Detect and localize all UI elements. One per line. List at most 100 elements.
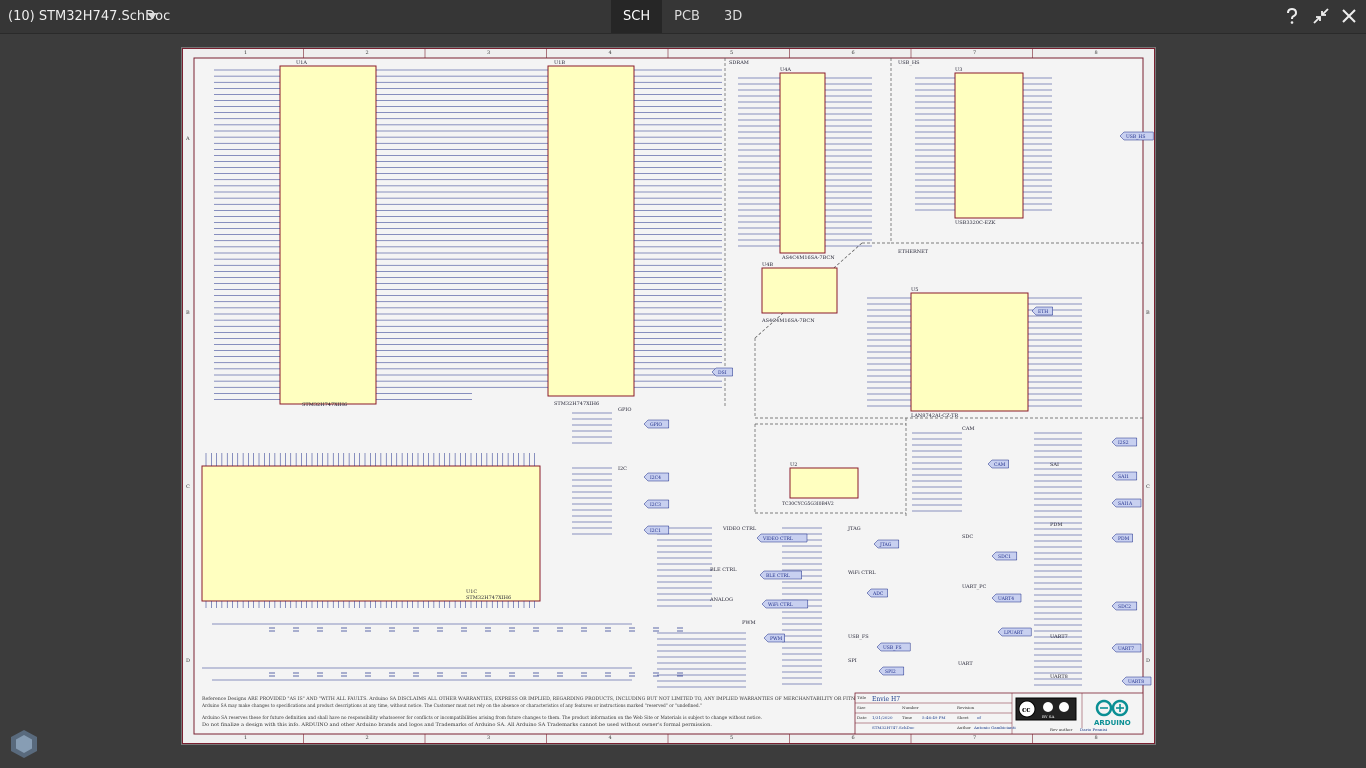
net-label-text: UART7	[1118, 646, 1134, 652]
tab-pcb[interactable]: PCB	[662, 0, 712, 33]
section-cam: CAM	[962, 426, 975, 432]
net-label-text: SDC2	[1118, 604, 1131, 610]
net-label-text: PWM	[770, 636, 783, 642]
grid-row-label: D	[1146, 658, 1150, 664]
schematic-sheet[interactable]: 1122334455667788AABBCCDD	[181, 47, 1156, 745]
net-label-text: UART8	[1128, 679, 1144, 685]
net-label-text: CAM	[994, 462, 1006, 468]
net-label-text: SAI1A	[1118, 501, 1133, 507]
grid-col-label: 6	[852, 50, 855, 56]
grid-col-label: 3	[487, 735, 490, 741]
tb-sheet-label: Sheet	[957, 715, 969, 720]
tb-revauthor-label: Rev author	[1050, 727, 1072, 732]
net-label-text: I2C1	[650, 528, 661, 534]
net-label-text: VIDEO CTRL	[762, 536, 793, 542]
section-video-ctrl: VIDEO CTRL	[722, 526, 757, 532]
u3-ref: U3	[955, 67, 962, 73]
u1b-ref: U1B	[554, 60, 565, 66]
grid-col-label: 5	[730, 735, 733, 741]
net-label-text: DSI	[718, 370, 727, 376]
disclaimer-line-1: Reference Designs ARE PROVIDED "AS IS" A…	[202, 696, 943, 702]
section-ethernet: ETHERNET	[898, 249, 929, 255]
help-icon[interactable]	[1283, 7, 1301, 25]
grid-row-label: B	[1146, 310, 1150, 316]
collapse-icon[interactable]	[1312, 7, 1330, 25]
u2-ref: U2	[790, 462, 797, 468]
tab-sch[interactable]: SCH	[611, 0, 663, 33]
section-uart7: UART7	[1050, 634, 1068, 640]
chevron-down-icon[interactable]	[147, 13, 157, 19]
grid-col-label: 5	[730, 50, 733, 56]
net-label-text: ADC	[872, 591, 884, 597]
u1c-name: STM32H747XIH6	[466, 595, 511, 601]
grid-row-label: D	[186, 658, 190, 664]
tb-file-value: STM32H747.SchDoc	[872, 725, 915, 730]
tb-author-value: Antonio Gambicianti	[973, 725, 1016, 730]
section-pdm: PDM	[1050, 522, 1063, 528]
tb-revision-label: Revision	[957, 705, 975, 710]
net-label-text: GPIO	[650, 422, 662, 428]
section-sdram: SDRAM	[729, 60, 749, 66]
net-label-text: I2C3	[650, 502, 661, 508]
app-logo-icon[interactable]	[8, 728, 40, 760]
net-label-text: SPI2	[885, 669, 896, 675]
grid-col-label: 4	[609, 735, 612, 741]
svg-text:cc: cc	[1022, 705, 1031, 714]
section-usb-hs: USB_HS	[898, 60, 920, 66]
u4b-name: AS4C4M16SA-7BCN	[761, 318, 815, 324]
tb-number-label: Number	[902, 705, 919, 710]
section-gpio: GPIO	[618, 407, 631, 413]
net-label-text: UART4	[998, 596, 1014, 602]
u4a-ref: U4A	[780, 67, 791, 73]
section-usb-fs: USB_FS	[848, 634, 869, 640]
tb-revauthor-value: Dario Pennisi	[1080, 727, 1108, 732]
grid-row-label: A	[185, 136, 190, 142]
close-icon[interactable]	[1340, 7, 1358, 25]
tab-3d[interactable]: 3D	[712, 0, 754, 33]
schematic-drawing: 1122334455667788AABBCCDD	[182, 48, 1155, 744]
net-label-text: SAI1	[1118, 474, 1129, 480]
u2-name: TC30CYCG5G3I0B4V2	[782, 501, 834, 507]
u4b-ref: U4B	[762, 262, 773, 268]
u1b-name: STM32H747XIH6	[554, 401, 599, 407]
net-label-text: USB_FS	[883, 645, 902, 651]
tb-time-label: Time	[902, 715, 913, 720]
section-sai: SAI	[1050, 462, 1059, 468]
tb-author-label: Author	[956, 725, 971, 730]
section-uart-pc: UART_PC	[962, 584, 987, 590]
arduino-brand: ARDUINO	[1094, 719, 1131, 727]
tb-date-label: Date	[857, 715, 867, 720]
section-uart: UART	[958, 661, 973, 667]
section-i2c: I2C	[618, 466, 627, 472]
u5-ref: U5	[911, 287, 918, 293]
section-wifi-ctrl: ANALOG	[709, 597, 733, 603]
document-title[interactable]: (10) STM32H747.SchDoc	[8, 0, 170, 33]
net-label-text: I2C4	[650, 475, 661, 481]
u1a-name: STM32H747XIH6	[302, 402, 347, 408]
section-spi: SPI	[848, 658, 857, 664]
grid-row-label: C	[186, 484, 190, 490]
title-block: Title Envie H7 Size Number Revision Date…	[854, 692, 1144, 735]
u5-name: LAN8742AI-CZ-TR	[911, 413, 958, 419]
net-label-text: USB_HS	[1126, 134, 1145, 140]
grid-col-label: 8	[1095, 735, 1098, 741]
net-label-text: LPUART	[1004, 630, 1023, 636]
top-bar: (10) STM32H747.SchDoc SCH PCB 3D	[0, 0, 1366, 34]
grid-row-label: B	[186, 310, 190, 316]
net-label-text: ETH	[1038, 309, 1048, 315]
section-ble-ctrl: BLE CTRL	[710, 567, 737, 573]
tb-time-value: 5:46:49 PM	[922, 715, 945, 720]
grid-col-label: 2	[366, 50, 369, 56]
tb-size-label: Size	[857, 705, 866, 710]
net-label-text: I2S2	[1118, 440, 1129, 446]
u4a-name: AS4C4M16SA-7BCN	[781, 255, 835, 261]
grid-col-label: 2	[366, 735, 369, 741]
u1a-ref: U1A	[296, 60, 307, 66]
disclaimer-line-4: Do not finalize a design with this info.…	[202, 722, 713, 728]
tb-date-value: 1/31/2020	[872, 715, 893, 720]
cc-license-text: BY SA	[1042, 714, 1055, 719]
view-tabs: SCH PCB 3D	[611, 0, 754, 33]
grid-col-label: 1	[244, 50, 247, 56]
disclaimer-line-3: Arduino SA reserves these for future def…	[201, 715, 762, 721]
u3-name: USB3320C-EZK	[955, 220, 996, 226]
